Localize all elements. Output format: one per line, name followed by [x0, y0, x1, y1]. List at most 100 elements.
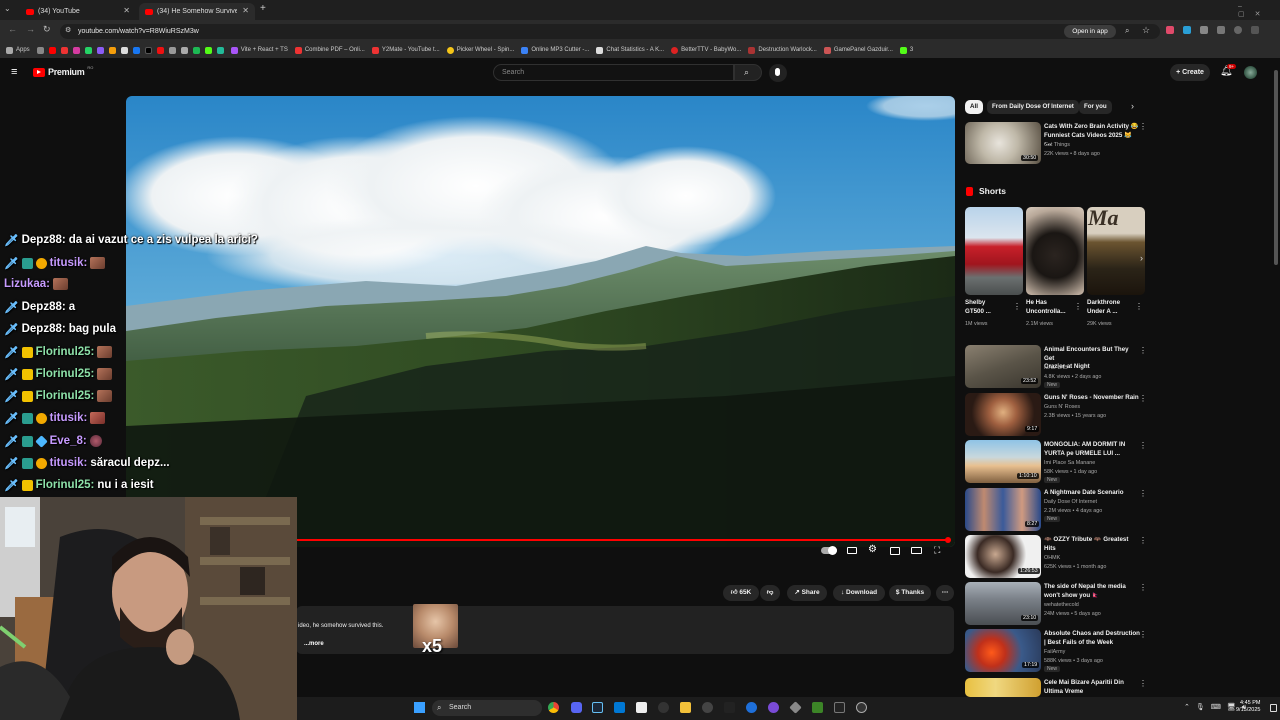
video-title[interactable]: Absolute Chaos and Destruction | Best Fai… [1044, 630, 1144, 647]
bookmark-mp3-cutter[interactable]: Online MP3 Cutter -... [521, 46, 589, 54]
capcut-app-icon[interactable] [724, 702, 735, 713]
close-tab-icon[interactable]: ✕ [123, 6, 130, 15]
more-actions-button[interactable]: ⋯ [936, 585, 954, 601]
video-menu-icon[interactable]: ⋮ [1139, 394, 1147, 403]
theater-mode-icon[interactable] [911, 547, 922, 554]
autoplay-toggle[interactable] [821, 546, 837, 555]
forward-icon[interactable]: → [26, 24, 35, 34]
video-menu-icon[interactable]: ⋮ [1139, 441, 1147, 450]
bookmark-apps[interactable]: Apps [6, 46, 30, 54]
page-scrollbar[interactable] [1274, 70, 1278, 265]
new-tab-button[interactable]: + [260, 3, 266, 14]
fullscreen-icon[interactable]: ⛶ [934, 545, 940, 556]
bookmark-vite[interactable]: Vite + React + TS [230, 46, 288, 54]
short-title[interactable]: Shelby GT500 ... [965, 299, 1010, 316]
bookmark-chat-statistics[interactable]: Chat Statistics - A K... [596, 46, 664, 54]
tab-search-button[interactable]: ⌄ [4, 4, 16, 16]
video-progress-bar[interactable] [296, 539, 948, 541]
short-menu-icon[interactable]: ⋮ [1135, 302, 1143, 311]
reload-icon[interactable]: ↻ [43, 24, 51, 35]
video-title[interactable]: 🦇 OZZY Tribute 🦇 Greatest Hits [1044, 536, 1139, 553]
bookmark-y2mate[interactable]: Y2Mate - YouTube t... [371, 46, 440, 54]
video-menu-icon[interactable]: ⋮ [1139, 583, 1147, 592]
video-menu-icon[interactable]: ⋮ [1139, 536, 1147, 545]
video-title[interactable]: MONGOLIA: AM DORMIT IN YURTA pe URMELE LU… [1044, 441, 1139, 458]
search-input[interactable]: Search [493, 64, 734, 81]
video-thumbnail[interactable] [965, 678, 1041, 697]
like-button[interactable]: 👍︎ 65K [723, 585, 759, 601]
chrome-icon[interactable] [548, 702, 559, 713]
short-menu-icon[interactable]: ⋮ [1074, 302, 1082, 311]
obs-icon[interactable] [658, 702, 669, 713]
video-title[interactable]: A Nightmare Date Scenario [1044, 489, 1139, 498]
taskbar-search-input[interactable]: ⌕ Search [432, 700, 542, 716]
zoom-icon[interactable]: ⌕ [1125, 26, 1129, 36]
taskbar-clock[interactable]: 4:45 PM 9/15/2025 [1236, 700, 1260, 714]
url-input[interactable]: youtube.com/watch?v=R8WiuRSzM3w [60, 24, 1160, 39]
short-thumbnail[interactable] [1026, 207, 1084, 295]
download-button[interactable]: ↓ Download [833, 585, 885, 601]
bookmark-destruction-warlock[interactable]: Destruction Warlock... [748, 46, 817, 54]
video-channel[interactable]: Daily Dose Of Internet [1044, 498, 1097, 507]
window-controls[interactable]: –▢✕ [1238, 3, 1280, 18]
notification-center-icon[interactable] [1270, 704, 1277, 712]
video-title[interactable]: Guns N' Roses - November Rain [1044, 394, 1139, 403]
avatar[interactable] [1244, 66, 1257, 79]
vscode-icon[interactable] [614, 702, 625, 713]
video-title[interactable]: Cele Mai Bizare Aparitii Din Ultima Vreme [1044, 679, 1139, 696]
short-title[interactable]: Darkthrone Under A ... [1087, 299, 1137, 316]
video-channel[interactable]: wehatethecold [1044, 601, 1079, 610]
share-button[interactable]: ↗ Share [787, 585, 827, 601]
subtitles-icon[interactable] [847, 547, 857, 554]
progress-scrubber-handle[interactable] [945, 537, 951, 543]
app-icon[interactable] [746, 702, 757, 713]
app-icon[interactable] [834, 702, 845, 713]
minecraft-icon[interactable] [812, 702, 823, 713]
chip-from-channel[interactable]: From Daily Dose Of Internet [987, 100, 1079, 114]
tab-current-video[interactable]: (34) He Somehow Survived This ✕ [139, 3, 255, 20]
chip-for-you[interactable]: For you [1079, 100, 1112, 114]
short-menu-icon[interactable]: ⋮ [1013, 302, 1021, 311]
chip-all[interactable]: All [965, 100, 983, 114]
close-tab-icon[interactable]: ✕ [242, 6, 249, 15]
video-channel[interactable]: MAD LAB [1044, 364, 1068, 373]
short-thumbnail[interactable] [965, 207, 1023, 295]
hamburger-menu-icon[interactable]: ≡ [11, 66, 17, 78]
video-menu-icon[interactable]: ⋮ [1139, 489, 1147, 498]
tab-youtube-home[interactable]: (34) YouTube ✕ [20, 3, 136, 20]
chips-next-chevron-icon[interactable]: › [1131, 101, 1134, 111]
video-channel[interactable]: Cat Things [1044, 141, 1070, 150]
file-explorer-icon[interactable] [680, 702, 691, 713]
extensions-icons[interactable] [1166, 26, 1266, 36]
create-button[interactable]: + Create [1170, 64, 1210, 81]
discord-icon[interactable] [571, 702, 582, 713]
video-description-box[interactable]: ideo, he somehow survived this. ...more [296, 606, 954, 654]
search-button[interactable]: ⌕ [734, 64, 762, 81]
site-info-icon[interactable]: ⚙ [65, 26, 71, 34]
bookmark-picker-wheel[interactable]: Picker Wheel - Spin... [446, 46, 514, 54]
app-icon[interactable] [856, 702, 867, 713]
open-in-app-button[interactable]: Open in app [1064, 25, 1116, 38]
shorts-next-chevron-icon[interactable]: › [1140, 253, 1143, 263]
show-more-link[interactable]: ...more [304, 641, 324, 647]
video-title[interactable]: The side of Nepal the media won't show yo… [1044, 583, 1139, 600]
video-channel[interactable]: OHMK [1044, 554, 1060, 563]
bookmark-gamepanel[interactable]: GamePanel Gazduir... [823, 46, 893, 54]
video-player[interactable] [126, 96, 955, 547]
video-menu-icon[interactable]: ⋮ [1139, 630, 1147, 639]
back-icon[interactable]: ← [8, 24, 17, 34]
bookmark-betterttv[interactable]: BetterTTV - BabyWo... [671, 46, 741, 54]
video-channel[interactable]: FailArmy [1044, 648, 1065, 657]
steam-icon[interactable] [592, 702, 603, 713]
bookmark-icons-row[interactable] [36, 46, 224, 54]
app-icon[interactable] [702, 702, 713, 713]
video-channel[interactable]: Imi Place Sa Manane [1044, 459, 1095, 468]
youtube-premium-logo[interactable]: Premium RO [33, 65, 93, 77]
miniplayer-icon[interactable] [890, 547, 900, 555]
video-channel[interactable]: Guns N' Roses [1044, 403, 1080, 412]
thanks-button[interactable]: $ Thanks [889, 585, 931, 601]
bookmark-kick[interactable]: 3 [899, 46, 913, 54]
capcut-icon[interactable] [636, 702, 647, 713]
bookmark-star-icon[interactable]: ☆ [1142, 25, 1150, 36]
dislike-button[interactable]: 👎︎ [760, 585, 780, 601]
